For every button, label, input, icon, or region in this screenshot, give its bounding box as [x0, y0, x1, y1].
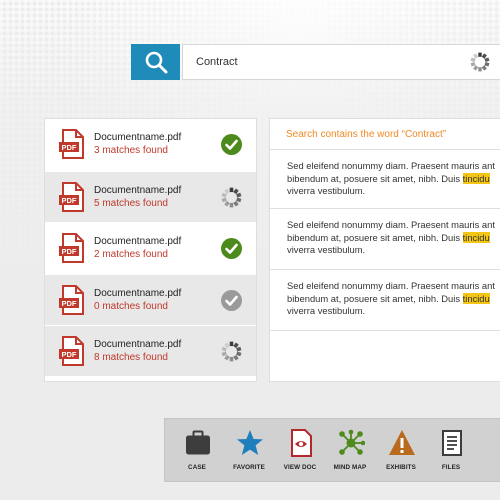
- list-item[interactable]: PDF Documentname.pdf 8 matches found: [45, 326, 256, 376]
- preview-title: Search contains the word “Contract”: [286, 129, 447, 140]
- list-item[interactable]: PDF Documentname.pdf 2 matches found: [45, 223, 256, 273]
- briefcase-icon: [186, 430, 210, 455]
- snippet-text: bibendum at, posuere sit amet, nibh. Dui…: [287, 172, 463, 184]
- pdf-icon: PDF: [59, 336, 84, 366]
- search-button[interactable]: [131, 44, 180, 80]
- spinner-icon: [221, 187, 242, 208]
- list-item[interactable]: PDF Documentname.pdf 5 matches found: [45, 172, 256, 222]
- snippet-line: viverra vestibulum.: [287, 305, 366, 316]
- snippet-line: bibendum at, posuere sit amet, nibh. Dui…: [287, 231, 500, 245]
- snippet-empty: [270, 330, 500, 381]
- view-doc-button[interactable]: VIEW DOC: [275, 419, 325, 483]
- search-input[interactable]: Contract: [182, 44, 500, 80]
- svg-text:PDF: PDF: [62, 196, 77, 205]
- snippet-line: bibendum at, posuere sit amet, nibh. Dui…: [287, 292, 500, 306]
- pdf-icon: PDF: [59, 182, 84, 212]
- mind-map-button[interactable]: MIND MAP: [325, 419, 375, 483]
- check-icon: [221, 238, 242, 259]
- document-name: Documentname.pdf: [94, 288, 182, 299]
- case-label: CASE: [188, 464, 206, 471]
- snippet[interactable]: Sed eleifend nonummy diam. Praesent maur…: [270, 149, 500, 210]
- preview-panel: Search contains the word “Contract” Sed …: [269, 118, 500, 382]
- view-doc-icon: [291, 429, 312, 457]
- snippet-line: Sed eleifend nonummy diam. Praesent maur…: [287, 219, 495, 230]
- favorite-button[interactable]: FAVORITE: [224, 419, 274, 483]
- exhibits-button[interactable]: EXHIBITS: [376, 419, 426, 483]
- document-name: Documentname.pdf: [94, 339, 182, 350]
- search-icon: [145, 51, 167, 74]
- pdf-icon: PDF: [59, 233, 84, 263]
- search-query: Contract: [196, 56, 238, 68]
- snippet-line: Sed eleifend nonummy diam. Praesent maur…: [287, 280, 495, 291]
- star-icon: [237, 430, 263, 455]
- spinner-icon: [470, 52, 490, 72]
- snippet[interactable]: Sed eleifend nonummy diam. Praesent maur…: [270, 208, 500, 269]
- snippet-line: viverra vestibulum.: [287, 185, 366, 196]
- search-highlight: tincidu: [462, 172, 490, 184]
- pdf-icon: PDF: [59, 285, 84, 315]
- match-count: 8 matches found: [94, 352, 168, 363]
- match-count: 2 matches found: [94, 249, 168, 260]
- spinner-icon: [221, 341, 242, 362]
- check-icon: [221, 134, 242, 155]
- mind-map-icon: [339, 429, 365, 455]
- search-highlight: tincidu: [462, 292, 490, 304]
- snippet[interactable]: Sed eleifend nonummy diam. Praesent maur…: [270, 269, 500, 330]
- pdf-icon: PDF: [59, 129, 84, 159]
- document-name: Documentname.pdf: [94, 132, 182, 143]
- snippet-line: viverra vestibulum.: [287, 244, 366, 255]
- warning-icon: [389, 430, 415, 455]
- snippet-text: bibendum at, posuere sit amet, nibh. Dui…: [287, 292, 463, 304]
- match-count: 0 matches found: [94, 301, 168, 312]
- files-button[interactable]: FILES: [426, 419, 476, 483]
- snippet-line: Sed eleifend nonummy diam. Praesent maur…: [287, 160, 495, 171]
- match-count: 3 matches found: [94, 145, 168, 156]
- search-highlight: tincidu: [462, 231, 490, 243]
- check-icon: [221, 290, 242, 311]
- svg-text:PDF: PDF: [62, 247, 77, 256]
- document-name: Documentname.pdf: [94, 236, 182, 247]
- files-icon: [442, 430, 462, 456]
- svg-text:PDF: PDF: [62, 350, 77, 359]
- result-list: PDF Documentname.pdf 3 matches found PDF…: [44, 118, 257, 382]
- snippet-text: bibendum at, posuere sit amet, nibh. Dui…: [287, 231, 463, 243]
- match-count: 5 matches found: [94, 198, 168, 209]
- document-name: Documentname.pdf: [94, 185, 182, 196]
- list-item[interactable]: PDF Documentname.pdf 3 matches found: [45, 119, 256, 169]
- list-item[interactable]: PDF Documentname.pdf 0 matches found: [45, 275, 256, 325]
- case-button[interactable]: CASE: [172, 419, 222, 483]
- bottom-toolbar: CASE FAVORITE VIEW DOC MIND MAP EXHIBITS…: [164, 418, 500, 482]
- files-label: FILES: [441, 464, 461, 471]
- svg-text:PDF: PDF: [62, 143, 77, 152]
- snippet-line: bibendum at, posuere sit amet, nibh. Dui…: [287, 172, 500, 186]
- svg-text:PDF: PDF: [62, 299, 77, 308]
